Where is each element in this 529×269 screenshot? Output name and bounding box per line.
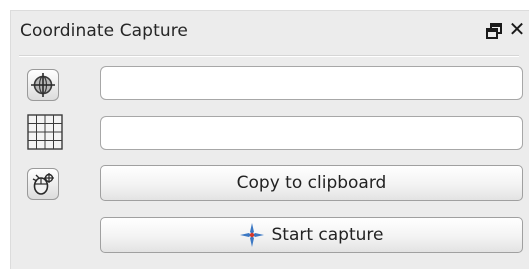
mouse-tracking-icon	[32, 173, 54, 195]
projected-coordinate-field[interactable]	[100, 116, 523, 150]
globe-crs-button[interactable]	[27, 69, 59, 101]
copy-to-clipboard-label: Copy to clipboard	[236, 173, 387, 193]
crosshair-icon	[240, 223, 265, 247]
geographic-coordinate-field[interactable]	[100, 66, 523, 100]
mouse-tracking-button[interactable]	[27, 168, 59, 200]
float-window-icon[interactable]	[486, 23, 502, 39]
start-capture-label: Start capture	[271, 225, 384, 245]
grid-crs-icon	[27, 114, 63, 150]
coordinate-capture-panel: Coordinate Capture ✕ Copy to clipboard S…	[10, 10, 529, 269]
close-icon[interactable]: ✕	[508, 19, 526, 39]
copy-to-clipboard-button[interactable]: Copy to clipboard	[100, 165, 523, 201]
globe-crs-icon	[31, 73, 55, 97]
panel-title: Coordinate Capture	[20, 21, 188, 41]
start-capture-button[interactable]: Start capture	[100, 217, 523, 253]
title-divider	[19, 55, 519, 57]
panel-titlebar: Coordinate Capture ✕	[11, 11, 529, 55]
